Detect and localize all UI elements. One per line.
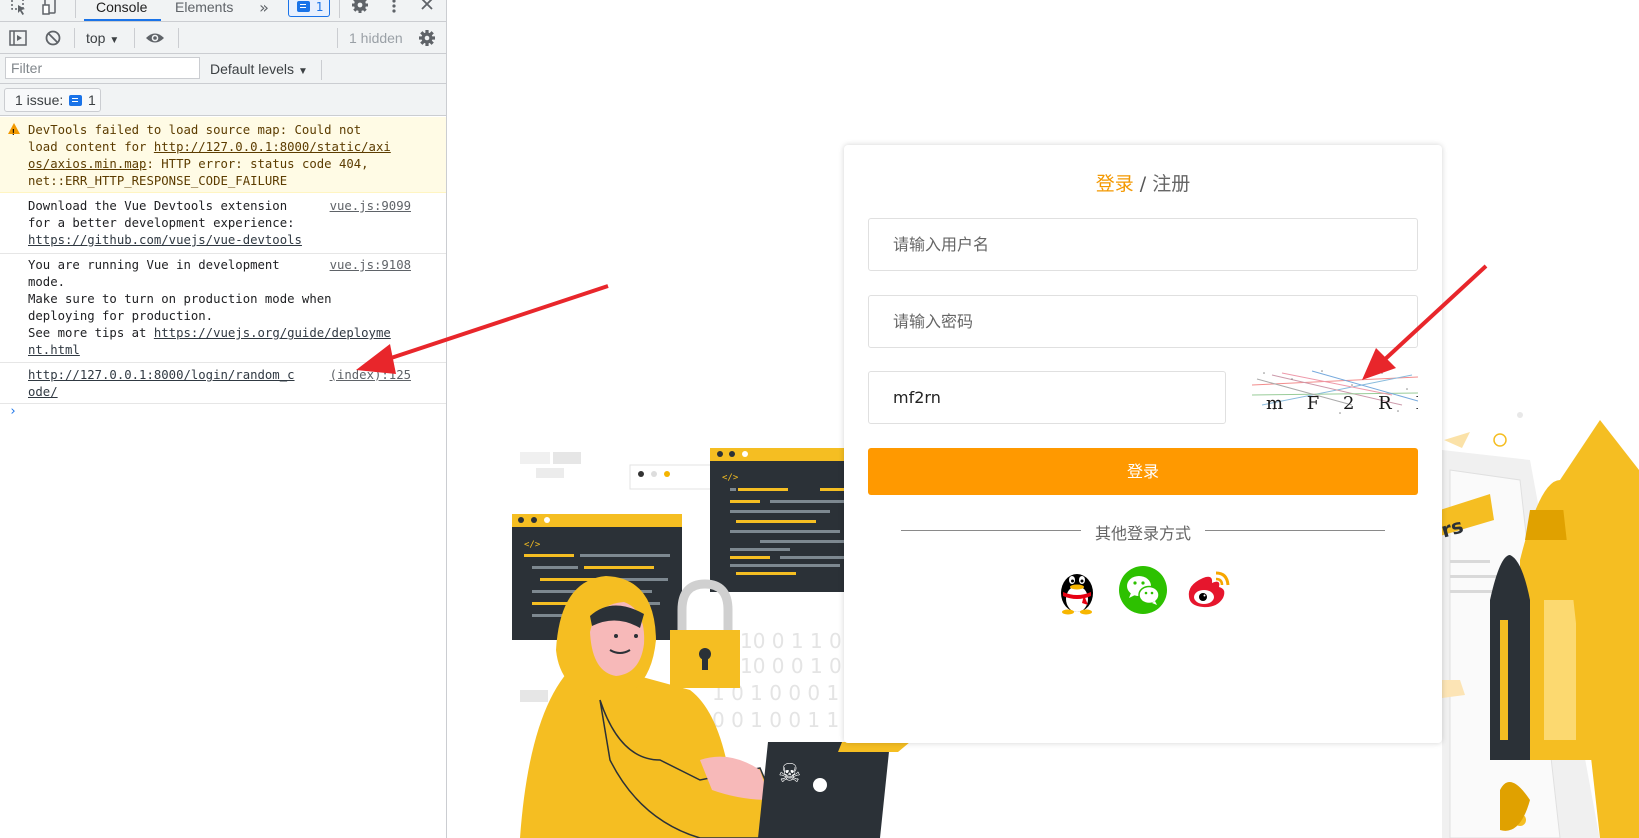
more-tabs-icon[interactable]: » <box>253 0 275 20</box>
console-settings-gear-icon[interactable] <box>417 28 437 48</box>
issues-badge-count: 1 <box>315 0 324 14</box>
message-source-link[interactable]: vue.js:9108 <box>330 257 411 274</box>
message-link[interactable]: nt.html <box>28 342 80 359</box>
tab-console[interactable]: Console <box>84 0 161 21</box>
other-login-methods: 其他登录方式 <box>1094 524 1191 543</box>
issues-button[interactable]: 1 issue: 1 <box>4 88 101 112</box>
source-map-link[interactable]: os/axios.min.map <box>28 157 146 171</box>
message-line: mode. <box>28 275 66 289</box>
password-input[interactable]: 请输入密码 <box>868 295 1418 348</box>
svg-text:☠: ☠ <box>778 759 801 789</box>
message-text: load content for <box>28 140 154 154</box>
message-link[interactable]: https://vuejs.org/guide/deployme <box>154 326 391 340</box>
log-levels-dropdown[interactable]: Default levels ▼ <box>210 61 308 77</box>
settings-gear-icon[interactable] <box>349 0 371 20</box>
message-line: for a better development experience: <box>28 216 295 230</box>
wechat-icon[interactable] <box>1118 565 1168 615</box>
message-line: Download the Vue Devtools extension <box>28 199 288 213</box>
tab-elements[interactable]: Elements <box>175 0 233 21</box>
toggle-sidebar-icon[interactable] <box>8 28 28 48</box>
message-text: See more tips at <box>28 326 154 340</box>
divider-right <box>1205 530 1385 531</box>
devtools-tab-bar: Console Elements » 1 <box>0 0 446 22</box>
filter-bar: Filter Default levels ▼ <box>0 54 446 84</box>
screen: Console Elements » 1 top ▼ 1 hidden Filt… <box>0 0 1639 838</box>
message-source-link[interactable]: vue.js:9099 <box>330 198 411 215</box>
context-selector[interactable]: top ▼ <box>86 30 119 46</box>
login-card: 登录 / 注册 请输入用户名 请输入密码 mf2rn m F 2 R N 登录 … <box>844 145 1442 743</box>
issues-button-count: 1 <box>88 92 96 108</box>
login-tab[interactable]: 登录 <box>1096 173 1134 195</box>
message-line: deploying for production. <box>28 309 214 323</box>
card-title: 登录 / 注册 <box>844 169 1442 196</box>
source-map-link[interactable]: http://127.0.0.1:8000/static/axi <box>154 140 391 154</box>
more-options-icon[interactable] <box>383 0 405 20</box>
svg-text:</>: </> <box>524 540 541 550</box>
register-tab[interactable]: 注册 <box>1152 173 1190 195</box>
qq-icon[interactable] <box>1052 565 1102 615</box>
chat-icon <box>297 1 310 12</box>
captcha-image[interactable]: m F 2 R N <box>1252 365 1418 421</box>
message-line: os/axios.min.map: HTTP error: status cod… <box>28 156 369 173</box>
message-line: Make sure to turn on production mode whe… <box>28 292 332 306</box>
separator <box>321 60 322 80</box>
filter-input[interactable]: Filter <box>5 57 200 79</box>
message-link[interactable]: ode/ <box>28 384 58 401</box>
login-button[interactable]: 登录 <box>868 448 1418 495</box>
weibo-icon[interactable] <box>1183 565 1233 615</box>
separator <box>134 28 135 48</box>
console-prompt[interactable]: › <box>9 404 17 419</box>
chat-icon <box>69 95 83 106</box>
separator <box>75 0 76 18</box>
live-expression-eye-icon[interactable] <box>145 28 165 48</box>
console-log-message[interactable]: http://127.0.0.1:8000/login/random_c ode… <box>0 364 446 404</box>
console-toolbar: top ▼ 1 hidden <box>0 22 446 54</box>
captcha-text: m F 2 R N <box>1266 393 1418 414</box>
message-line: net::ERR_HTTP_RESPONSE_CODE_FAILURE <box>28 174 288 188</box>
dropdown-arrow-icon: ▼ <box>297 66 308 77</box>
message-line: load content for http://127.0.0.1:8000/s… <box>28 139 391 156</box>
message-line: You are running Vue in development <box>28 258 280 272</box>
username-input[interactable]: 请输入用户名 <box>868 218 1418 271</box>
message-link[interactable]: https://github.com/vuejs/vue-devtools <box>28 232 302 249</box>
inspect-element-icon[interactable] <box>8 0 30 20</box>
message-link[interactable]: http://127.0.0.1:8000/login/random_c <box>28 367 295 384</box>
log-levels-label: Default levels <box>210 61 295 77</box>
captcha-input[interactable]: mf2rn <box>868 371 1226 424</box>
console-log-message[interactable]: You are running Vue in development mode.… <box>0 255 446 363</box>
devtools-panel: Console Elements » 1 top ▼ 1 hidden Filt… <box>0 0 447 838</box>
message-text: : HTTP error: status code 404, <box>146 157 369 171</box>
separator <box>178 28 179 48</box>
console-log-message[interactable]: Download the Vue Devtools extension for … <box>0 194 446 254</box>
message-line: DevTools failed to load source map: Coul… <box>28 123 362 137</box>
hidden-messages-count: 1 hidden <box>349 30 403 46</box>
separator <box>74 28 75 48</box>
console-warning-message[interactable]: DevTools failed to load source map: Coul… <box>0 117 446 193</box>
separator <box>337 28 338 48</box>
svg-text:</>: </> <box>722 473 739 483</box>
close-devtools-icon[interactable] <box>416 0 438 20</box>
title-separator: / <box>1133 173 1153 195</box>
clear-console-icon[interactable] <box>43 28 63 48</box>
issues-button-label: 1 issue: <box>15 92 64 108</box>
dropdown-arrow-icon: ▼ <box>109 35 120 46</box>
issues-bar: 1 issue: 1 <box>0 84 446 116</box>
context-label: top <box>86 30 106 46</box>
device-toolbar-icon[interactable] <box>40 0 62 20</box>
warning-icon <box>8 123 20 141</box>
message-line: See more tips at https://vuejs.org/guide… <box>28 325 391 342</box>
separator <box>339 0 340 18</box>
issues-badge[interactable]: 1 <box>288 0 330 17</box>
message-source-link[interactable]: (index):125 <box>330 367 411 384</box>
